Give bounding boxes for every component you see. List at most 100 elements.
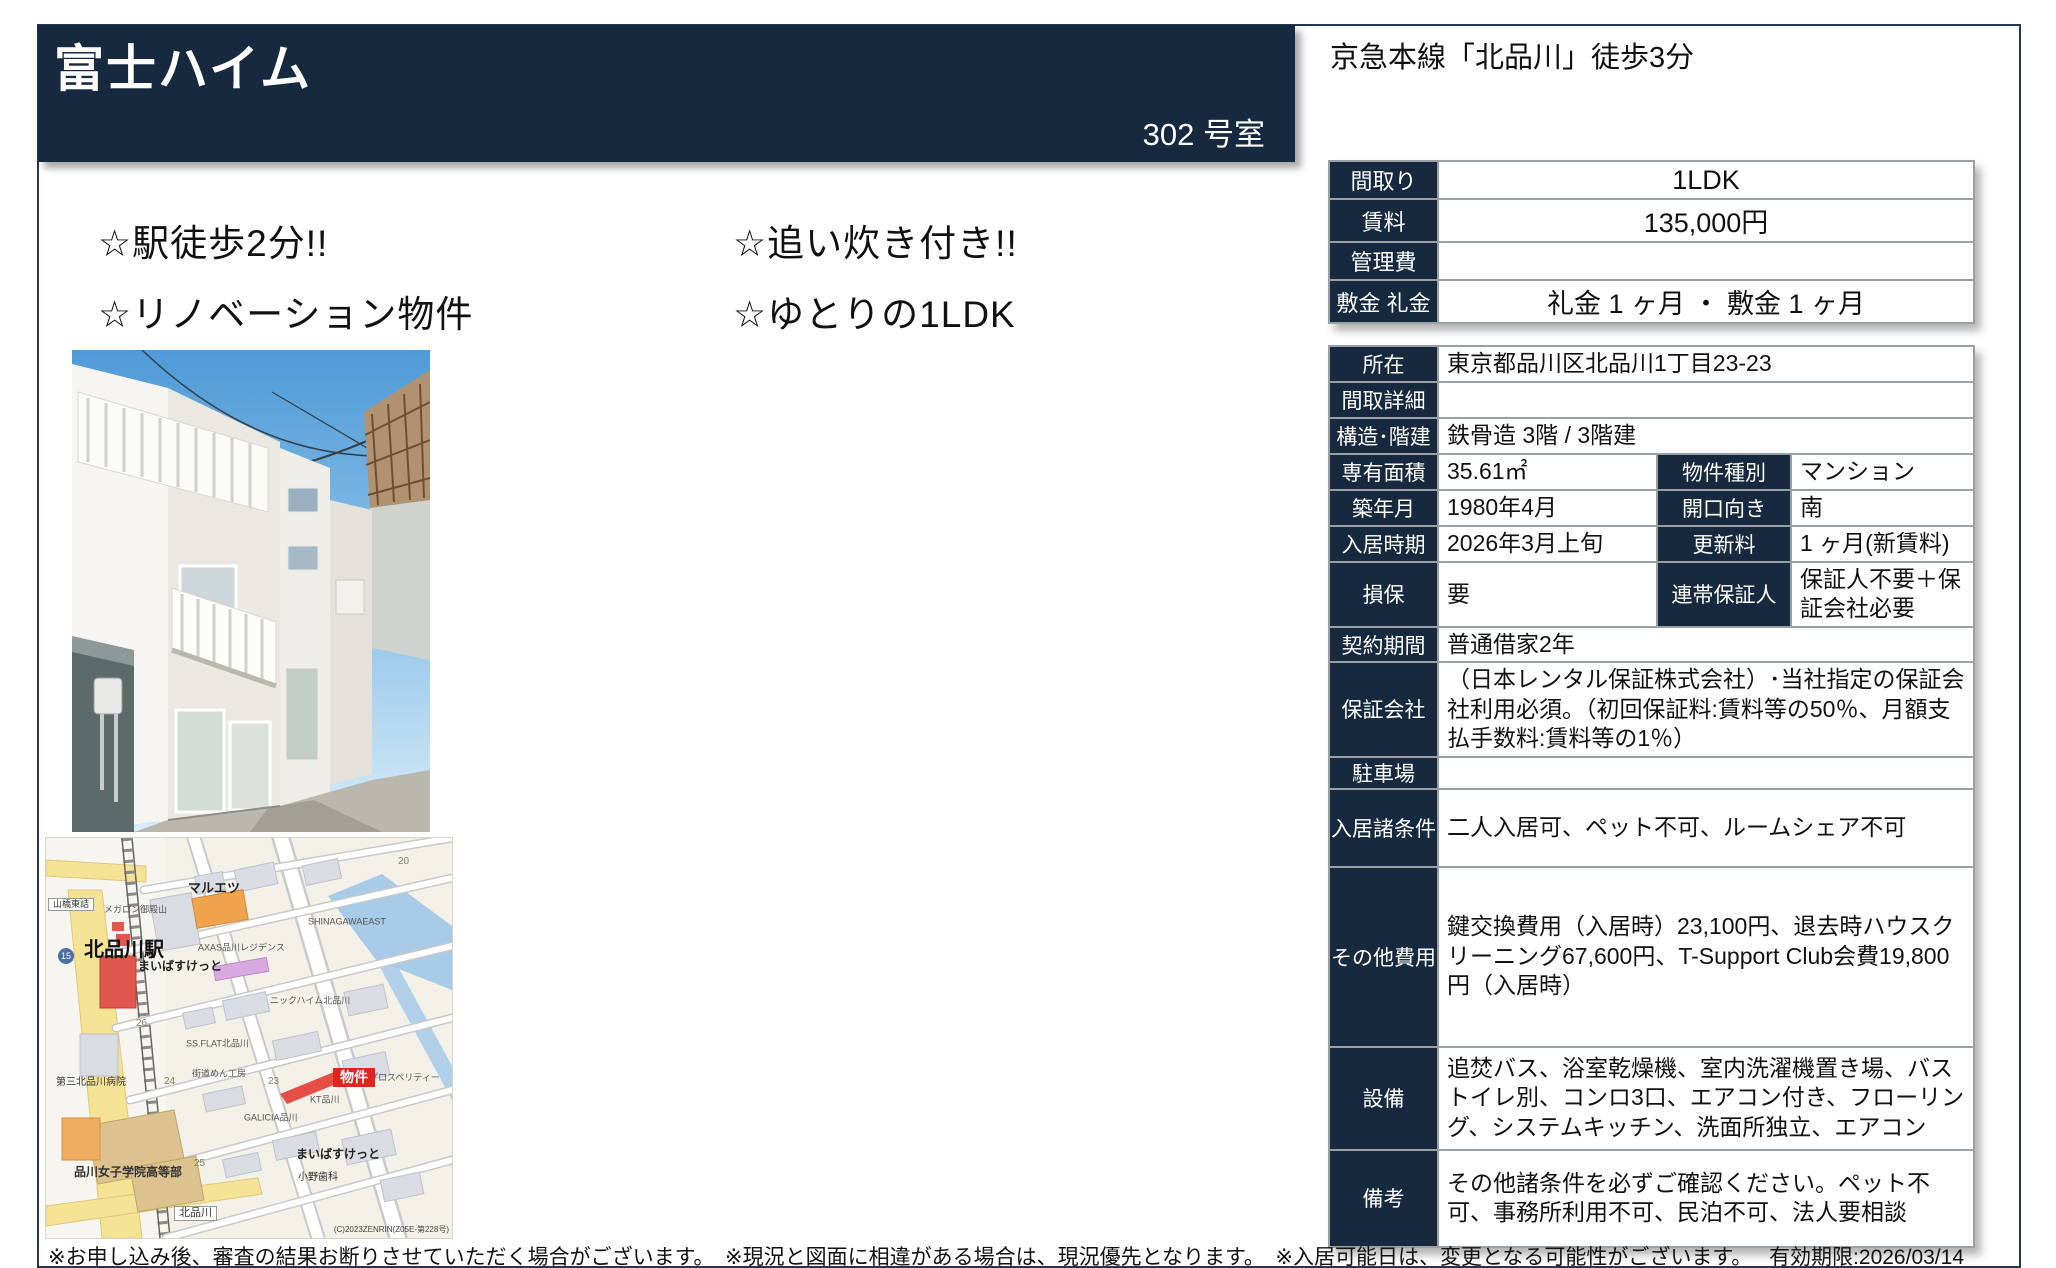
row-label: 構造･階建 [1329,418,1438,454]
highlight-reheating-bath: ☆追い炊き付き!! [733,213,1018,267]
row-label: 連帯保証人 [1657,562,1791,627]
table-row: 備考 その他諸条件を必ずご確認ください。ペット不可、事務所利用不可、民泊不可、法… [1329,1150,1974,1247]
disclaimer-text: ※お申し込み後、審査の結果お断りさせていただく場合がございます。 ※現況と図面に… [48,1241,1752,1268]
map-label: 25 [194,1159,205,1169]
row-value: 保証人不要＋保証会社必要 [1791,562,1974,627]
map-label: 26 [136,1019,147,1029]
row-label: 間取り [1329,161,1438,199]
table-row: 保証会社 （日本レンタル保証株式会社）･当社指定の保証会社利用必須。（初回保証料… [1329,662,1974,756]
map-label: SHINAGAWAEAST [308,918,386,927]
highlight-renovation: ☆リノベーション物件 [98,284,473,338]
map-label: KT品川 [310,1096,340,1105]
row-label: 保証会社 [1329,662,1438,756]
location-map: 15 北品川駅マルエツまいばすけっとまいばすけっと品川女子学院高等部第三北品川病… [46,838,452,1238]
table-row: 設備 追焚バス、浴室乾燥機、室内洗濯機置き場、バストイレ別、コンロ3口、エアコン… [1329,1047,1974,1150]
map-label: AXAS品川レジデンス [198,944,285,953]
table-row: その他費用 鍵交換費用（入居時）23,100円、退去時ハウスクリーニング67,6… [1329,867,1974,1047]
row-label: 入居時期 [1329,526,1438,562]
side-structure [370,500,430,660]
row-value: 1 ヶ月(新賃料) [1791,526,1974,562]
table-row: 損保 要 連帯保証人 保証人不要＋保証会社必要 [1329,562,1974,627]
map-label: GALICIA品川 [244,1114,298,1123]
row-value: 要 [1438,562,1657,627]
map-label: 街道めん工房 [192,1070,246,1079]
row-label: 専有面積 [1329,454,1438,490]
building-photo-illustration [72,350,430,832]
row-label: 物件種別 [1657,454,1791,490]
row-value: その他諸条件を必ずご確認ください。ペット不可、事務所利用不可、民泊不可、法人要相… [1438,1150,1974,1247]
row-value: 東京都品川区北品川1丁目23-23 [1438,346,1974,382]
table-row: 構造･階建 鉄骨造 3階 / 3階建 [1329,418,1974,454]
row-label: 賃料 [1329,199,1438,242]
row-label: 契約期間 [1329,627,1438,662]
map-label: まいばすけっと [138,960,222,972]
station-access: 京急本線「北品川」徒歩3分 [1330,34,1694,76]
row-value [1438,242,1974,280]
map-label: SS.FLAT北品川 [186,1040,249,1049]
row-value: マンション [1791,454,1974,490]
map-label: まいばすけっと [296,1148,380,1160]
row-label: 管理費 [1329,242,1438,280]
row-label: 所在 [1329,346,1438,382]
row-label: 開口向き [1657,490,1791,526]
row-value: 2026年3月上旬 [1438,526,1657,562]
room-number: 302 号室 [1143,109,1265,154]
map-label: 品川女子学院高等部 [74,1166,182,1178]
map-label: 23 [268,1077,279,1087]
row-label: 入居諸条件 [1329,789,1438,867]
property-marker-label: 物件 [333,1068,375,1087]
expiry-date: 有効期限:2026/03/14 [1769,1241,1964,1268]
gas-meter [94,678,122,714]
row-value: 1LDK [1438,161,1974,199]
property-flyer: 富士ハイム 302 号室 京急本線「北品川」徒歩3分 ☆駅徒歩2分!! ☆追い炊… [0,0,2056,1268]
row-label: 損保 [1329,562,1438,627]
table-row: 契約期間 普通借家2年 [1329,627,1974,662]
map-label: 小野歯科 [298,1173,338,1183]
row-value: 普通借家2年 [1438,627,1974,662]
table-row: 築年月 1980年4月 開口向き 南 [1329,490,1974,526]
row-label: 間取詳細 [1329,382,1438,418]
property-title: 富士ハイム [54,29,312,101]
row-value: 35.61㎡ [1438,454,1657,490]
price-table: 間取り 1LDK 賃料 135,000円 管理費 敷金 礼金 礼金 1 ヶ月 ・… [1328,160,1975,324]
table-row: 間取り 1LDK [1329,161,1974,199]
table-row: 敷金 礼金 礼金 1 ヶ月 ・ 敷金 1 ヶ月 [1329,280,1974,323]
map-label: マルエツ [188,882,240,895]
highlight-walk: ☆駅徒歩2分!! [98,213,328,267]
road-sign-kitashinagawa: 北品川 [174,1206,217,1221]
table-row: 管理費 [1329,242,1974,280]
highlight-1ldk: ☆ゆとりの1LDK [733,284,1016,338]
row-value: 1980年4月 [1438,490,1657,526]
row-label: 設備 [1329,1047,1438,1150]
row-value: 二人入居可、ペット不可、ルームシェア不可 [1438,789,1974,867]
row-value: 鍵交換費用（入居時）23,100円、退去時ハウスクリーニング67,600円、T-… [1438,867,1974,1047]
detail-table: 所在 東京都品川区北品川1丁目23-23 間取詳細 構造･階建 鉄骨造 3階 /… [1328,345,1975,1248]
row-value: 礼金 1 ヶ月 ・ 敷金 1 ヶ月 [1438,280,1974,323]
table-row: 所在 東京都品川区北品川1丁目23-23 [1329,346,1974,382]
row-value [1438,382,1974,418]
map-label: 山橋東詰 [48,898,94,911]
row-value: 南 [1791,490,1974,526]
table-row: 間取詳細 [1329,382,1974,418]
map-label: 北品川駅 [84,940,164,960]
row-label: 築年月 [1329,490,1438,526]
header: 富士ハイム 302 号室 [38,25,1295,162]
row-value: 135,000円 [1438,199,1974,242]
svg-text:15: 15 [61,951,71,961]
table-row: 賃料 135,000円 [1329,199,1974,242]
row-label: 駐車場 [1329,757,1438,789]
row-label: 更新料 [1657,526,1791,562]
map-label: 24 [164,1077,175,1087]
row-label: 備考 [1329,1150,1438,1247]
row-label: 敷金 礼金 [1329,280,1438,323]
row-value: 追焚バス、浴室乾燥機、室内洗濯機置き場、バストイレ別、コンロ3口、エアコン付き、… [1438,1047,1974,1150]
table-row: 入居時期 2026年3月上旬 更新料 1 ヶ月(新賃料) [1329,526,1974,562]
building-photo [72,350,430,832]
map-copyright: (C)2023ZENRIN(Z05E-第228号) [334,1224,449,1235]
map-label: 20 [398,857,409,867]
row-value [1438,757,1974,789]
row-label: その他費用 [1329,867,1438,1047]
row-value: （日本レンタル保証株式会社）･当社指定の保証会社利用必須。（初回保証料:賃料等の… [1438,662,1974,756]
table-row: 駐車場 [1329,757,1974,789]
station-building [100,956,136,1008]
